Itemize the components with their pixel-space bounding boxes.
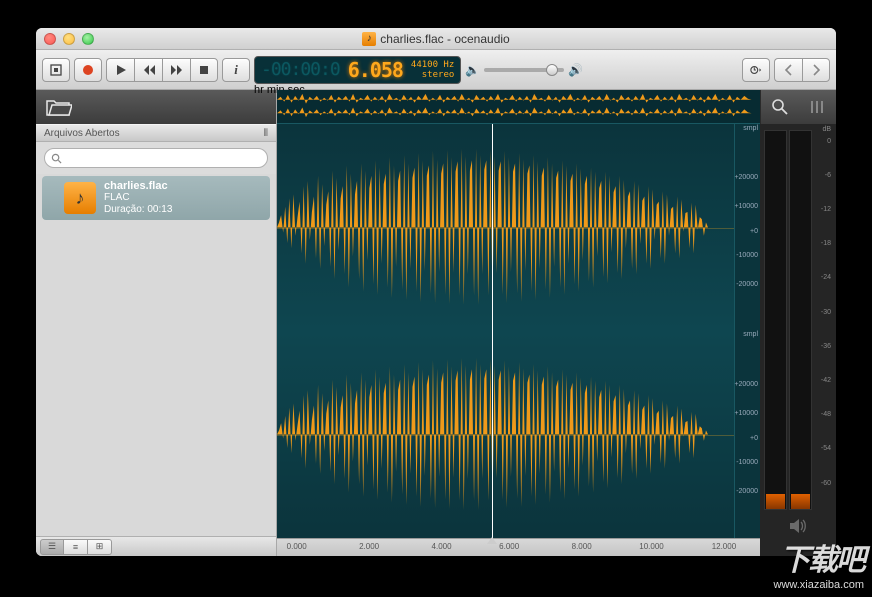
time-ruler[interactable]: 0.000 2.000 4.000 6.000 8.000 10.000 12.… [277,538,760,556]
cursor-tool-button[interactable] [42,58,70,82]
app-window: ♪ charlies.flac - ocenaudio i -00:00:0 6.… [36,28,836,556]
forward-nav-button[interactable] [802,58,830,82]
meter-settings-icon[interactable] [808,98,826,116]
compact-view-button[interactable]: ≡ [64,539,88,555]
play-button[interactable] [106,58,134,82]
transport-group [106,58,218,82]
speaker-high-icon: 🔊 [568,63,583,77]
item-indicator-icon [48,194,56,202]
file-list-item[interactable]: ♪ charlies.flac FLAC Duração: 00:13 [42,176,270,220]
search-input[interactable] [66,152,261,164]
forward-button[interactable] [162,58,190,82]
file-name: charlies.flac [104,180,172,192]
rewind-button[interactable] [134,58,162,82]
stop-button[interactable] [190,58,218,82]
grid-view-button[interactable]: ⊞ [88,539,112,555]
meter-right [789,130,812,510]
time-display[interactable]: -00:00:06.058 44100 Hz stereo hr min sec [254,56,461,84]
meter-mute-button[interactable] [760,514,836,538]
meter-left [764,130,787,510]
sidebar: Arquivos Abertos ⦀ ♪ charlies.flac FLAC … [36,90,277,556]
level-meters: dB 0 -6 -12 -18 -24 -30 -36 -42 -48 -54 … [760,124,836,538]
sidebar-section-header[interactable]: Arquivos Abertos ⦀ [36,124,276,142]
info-button[interactable]: i [222,58,250,82]
sidebar-header[interactable] [36,90,276,124]
sidebar-view-toggle: ☰ ≡ ⊞ [36,536,276,556]
history-menu-button[interactable] [742,58,770,82]
audio-format-info: 44100 Hz stereo [411,60,454,80]
nav-group [774,58,830,82]
file-duration: Duração: 00:13 [104,204,172,216]
elapsed-negative: -00:00:0 [261,59,340,80]
window-titlebar[interactable]: ♪ charlies.flac - ocenaudio [36,28,836,50]
amplitude-scale: smpl +20000 +10000 +0 -10000 -20000 smpl… [734,124,760,538]
elapsed-seconds: 6.058 [348,58,403,82]
file-format: FLAC [104,192,172,204]
folder-open-icon [46,96,72,118]
sidebar-search [36,142,276,174]
record-button[interactable] [74,58,102,82]
search-icon [51,153,62,164]
editor-area: smpl +20000 +10000 +0 -10000 -20000 smpl… [277,90,836,556]
back-button[interactable] [774,58,802,82]
playhead[interactable] [492,124,493,538]
close-window-button[interactable] [44,33,56,45]
audio-file-icon: ♪ [64,182,96,214]
volume-thumb[interactable] [546,64,558,76]
meter-db-scale: dB 0 -6 -12 -18 -24 -30 -36 -42 -48 -54 … [814,130,832,510]
list-view-button[interactable]: ☰ [40,539,64,555]
main-toolbar: i -00:00:06.058 44100 Hz stereo hr min s… [36,50,836,90]
zoom-icon[interactable] [771,98,789,116]
document-icon: ♪ [362,32,376,46]
channel-left [277,124,734,331]
speaker-low-icon: 🔈 [465,63,480,77]
section-grip-icon: ⦀ [264,128,268,139]
window-title: ♪ charlies.flac - ocenaudio [36,32,836,46]
waveform-canvas[interactable]: smpl +20000 +10000 +0 -10000 -20000 smpl… [277,124,760,538]
channel-right [277,331,734,538]
zoom-window-button[interactable] [82,33,94,45]
waveform-overview[interactable] [277,90,760,124]
volume-slider[interactable]: 🔈 🔊 [465,63,583,77]
meter-header [760,90,836,124]
speaker-icon [789,518,807,534]
file-list[interactable]: ♪ charlies.flac FLAC Duração: 00:13 [36,174,276,536]
minimize-window-button[interactable] [63,33,75,45]
